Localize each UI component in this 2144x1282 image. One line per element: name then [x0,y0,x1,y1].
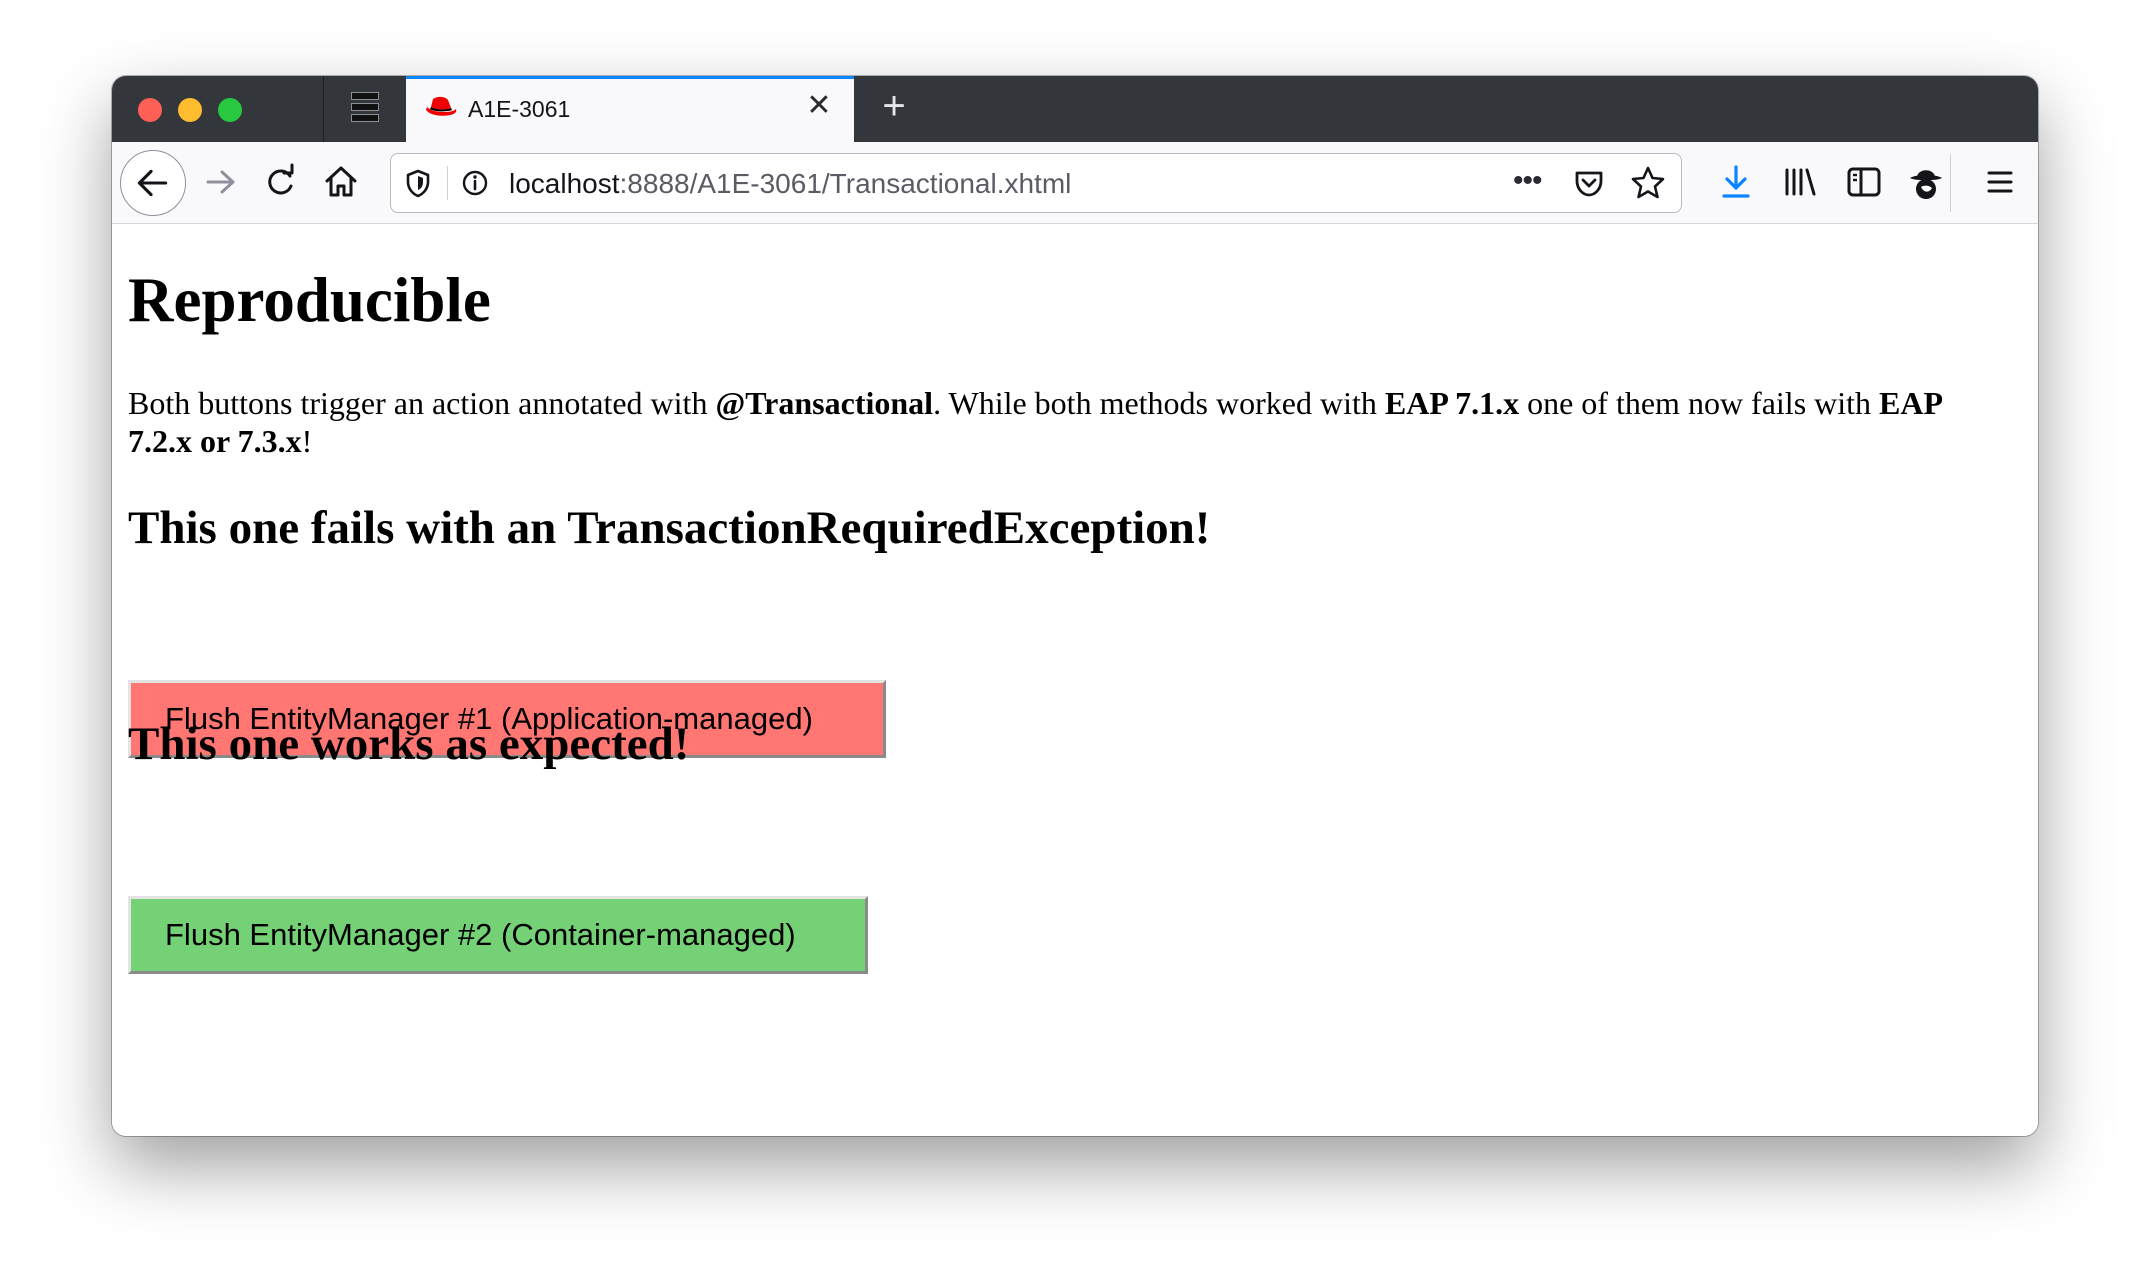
close-window-button[interactable] [138,98,162,122]
back-button[interactable] [120,150,186,216]
hamburger-menu-icon [1987,171,2013,193]
url-host: localhost [509,168,620,199]
close-icon[interactable]: ✕ [802,89,836,123]
download-icon [1722,165,1750,198]
reload-icon [268,163,294,195]
tab-title: A1E-3061 [468,96,571,122]
back-arrow-icon [137,169,168,197]
pocket-icon[interactable] [1571,165,1607,201]
sidebar-icon [1847,167,1881,197]
sidebar-button[interactable] [1842,160,1886,204]
home-icon [325,166,357,197]
page-actions-icon[interactable]: ••• [1513,164,1553,198]
star-icon[interactable] [1629,164,1667,202]
intro-bold-annotation: @Transactional [715,385,934,421]
cowboy-extension-icon [1910,170,1942,199]
extension-button[interactable] [1904,160,1948,204]
page-title: Reproducible [128,265,491,335]
downloads-button[interactable] [1714,160,1758,204]
server-icon [351,92,379,126]
info-icon[interactable] [459,167,491,199]
menu-button[interactable] [1978,160,2022,204]
minimize-window-button[interactable] [178,98,202,122]
intro-paragraph: Both buttons trigger an action annotated… [128,384,2008,460]
url-path: :8888/A1E-3061/Transactional.xhtml [619,168,1072,199]
pinned-tab[interactable] [324,76,406,142]
red-hat-icon [426,96,457,116]
library-icon [1785,168,1816,196]
intro-text: one of them now fails with [1519,385,1880,421]
navigation-toolbar: localhost:8888/A1E-3061/Transactional.xh… [112,142,2038,224]
address-bar[interactable]: localhost:8888/A1E-3061/Transactional.xh… [390,153,1682,213]
library-button[interactable] [1778,160,1822,204]
tab-active[interactable]: A1E-3061 ✕ [406,76,854,142]
fail-section-heading: This one fails with an TransactionRequir… [128,502,1211,554]
intro-text: . While both methods worked with [933,385,1385,421]
toolbar-divider [1950,154,1951,212]
shield-icon[interactable] [403,167,433,199]
ok-section-heading: This one works as expected! [128,718,690,770]
home-button[interactable] [316,157,366,207]
url-text[interactable]: localhost:8888/A1E-3061/Transactional.xh… [509,168,1071,200]
reload-button[interactable] [256,157,306,207]
browser-window: A1E-3061 ✕ + localhost:8888/A1E-3061/Tra… [112,76,2038,1136]
forward-arrow-icon [206,170,235,194]
tab-strip: A1E-3061 ✕ + [112,76,2038,142]
intro-text: ! [301,423,313,459]
zoom-window-button[interactable] [218,98,242,122]
intro-text: Both buttons trigger an action annotated… [128,385,716,421]
page-content: Reproducible Both buttons trigger an act… [112,224,2038,1136]
flush-container-managed-button[interactable]: Flush EntityManager #2 (Container-manage… [128,896,868,974]
intro-bold-eap-old: EAP 7.1.x [1384,385,1520,421]
url-divider [447,166,448,200]
plus-icon[interactable]: + [872,84,916,128]
forward-button[interactable] [196,157,246,207]
